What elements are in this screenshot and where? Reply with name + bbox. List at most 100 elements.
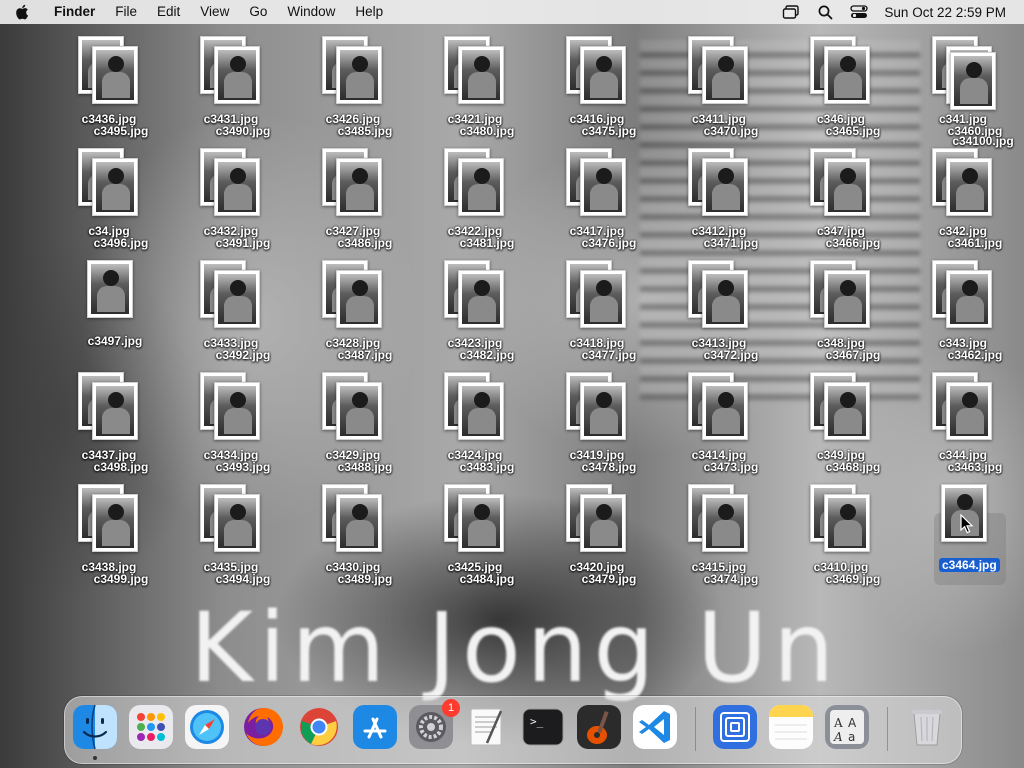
trash-icon[interactable] [905, 705, 949, 749]
jpg-file-thumbnail-icon[interactable] [950, 52, 996, 110]
jpg-file-thumbnail-icon[interactable] [702, 46, 748, 104]
desktop-file-icon-group[interactable]: c3418.jpg c3477.jpg [557, 258, 639, 362]
font-book-icon[interactable]: AAAa [825, 705, 869, 749]
jpg-file-thumbnail-icon[interactable] [824, 494, 870, 552]
jpg-file-thumbnail-icon[interactable] [214, 46, 260, 104]
jpg-file-thumbnail-icon[interactable] [580, 46, 626, 104]
window-screen-mirroring-icon[interactable] [774, 5, 808, 19]
desktop-file-label[interactable]: c3466.jpg [805, 236, 901, 250]
desktop-file-icon-group[interactable]: c3432.jpg c3491.jpg [191, 146, 273, 250]
desktop-file-label[interactable]: c3483.jpg [439, 460, 535, 474]
terminal-icon[interactable]: >_ [521, 705, 565, 749]
desktop-file-label[interactable]: c3471.jpg [683, 236, 779, 250]
app-store-icon[interactable] [353, 705, 397, 749]
desktop-file-icon-group[interactable]: c346.jpg c3465.jpg [801, 34, 883, 138]
jpg-file-thumbnail-icon[interactable] [702, 158, 748, 216]
desktop-file-label[interactable]: c3475.jpg [561, 124, 657, 138]
desktop-file-label[interactable]: c3469.jpg [805, 572, 901, 586]
desktop-file-label[interactable]: c3494.jpg [195, 572, 291, 586]
jpg-file-thumbnail-icon[interactable] [702, 382, 748, 440]
finder-icon[interactable] [73, 705, 117, 749]
jpg-file-thumbnail-icon[interactable] [580, 270, 626, 328]
jpg-file-thumbnail-icon[interactable] [87, 260, 133, 318]
desktop-file-icon-group[interactable]: c3437.jpg c3498.jpg [69, 370, 151, 474]
desktop-file-icon-group[interactable]: c3421.jpg c3480.jpg [435, 34, 517, 138]
jpg-file-thumbnail-icon[interactable] [92, 494, 138, 552]
desktop-file-label[interactable]: c3495.jpg [73, 124, 169, 138]
desktop-file-icon-group[interactable]: c3497.jpg [69, 258, 151, 358]
desktop-file-icon-group[interactable]: c3433.jpg c3492.jpg [191, 258, 273, 362]
desktop-file-icon-group[interactable]: c3436.jpg c3495.jpg [69, 34, 151, 138]
desktop-file-label[interactable]: c3465.jpg [805, 124, 901, 138]
desktop-file-label[interactable]: c3482.jpg [439, 348, 535, 362]
jpg-file-thumbnail-icon[interactable] [336, 46, 382, 104]
menu-help[interactable]: Help [345, 0, 393, 24]
desktop-file-icon-group[interactable]: c3410.jpg c3469.jpg [801, 482, 883, 586]
jpg-file-thumbnail-icon[interactable] [92, 158, 138, 216]
desktop-file-label[interactable]: c3487.jpg [317, 348, 413, 362]
jpg-file-thumbnail-icon[interactable] [458, 270, 504, 328]
desktop-file-label[interactable]: c3481.jpg [439, 236, 535, 250]
launchpad-icon[interactable] [129, 705, 173, 749]
menu-view[interactable]: View [190, 0, 239, 24]
desktop-file-label[interactable]: c3485.jpg [317, 124, 413, 138]
desktop-file-icon-group[interactable]: c3416.jpg c3475.jpg [557, 34, 639, 138]
jpg-file-thumbnail-icon[interactable] [458, 46, 504, 104]
jpg-file-thumbnail-icon[interactable] [336, 382, 382, 440]
desktop-file-label[interactable]: c3464.jpg [939, 558, 1000, 572]
desktop-file-icon-group[interactable]: c3412.jpg c3471.jpg [679, 146, 761, 250]
textedit-icon[interactable] [465, 705, 509, 749]
desktop-file-icon-group[interactable]: c3426.jpg c3485.jpg [313, 34, 395, 138]
desktop-file-icon-group[interactable]: c3428.jpg c3487.jpg [313, 258, 395, 362]
software-update-icon[interactable] [713, 705, 757, 749]
jpg-file-thumbnail-icon[interactable] [824, 158, 870, 216]
desktop-file-icon-group[interactable]: c3417.jpg c3476.jpg [557, 146, 639, 250]
jpg-file-thumbnail-icon[interactable] [214, 270, 260, 328]
desktop-file-icon-group[interactable]: c3422.jpg c3481.jpg [435, 146, 517, 250]
desktop-file-icon-group[interactable]: c3413.jpg c3472.jpg [679, 258, 761, 362]
desktop-file-icon-group[interactable]: c3414.jpg c3473.jpg [679, 370, 761, 474]
jpg-file-thumbnail-icon[interactable] [824, 382, 870, 440]
desktop-file-icon-group[interactable]: c343.jpg c3462.jpg [923, 258, 1005, 362]
desktop-file-label[interactable]: c3473.jpg [683, 460, 779, 474]
desktop-file-label[interactable]: c3470.jpg [683, 124, 779, 138]
jpg-file-thumbnail-icon[interactable] [458, 382, 504, 440]
jpg-file-thumbnail-icon[interactable] [214, 158, 260, 216]
menu-bar-clock[interactable]: Sun Oct 22 2:59 PM [876, 5, 1024, 20]
firefox-icon[interactable] [241, 705, 285, 749]
garageband-icon[interactable] [577, 705, 621, 749]
jpg-file-thumbnail-icon[interactable] [214, 382, 260, 440]
desktop-file-label[interactable]: c3472.jpg [683, 348, 779, 362]
desktop-file-icon-group[interactable]: c34.jpg c3496.jpg [69, 146, 151, 250]
jpg-file-thumbnail-icon[interactable] [824, 46, 870, 104]
desktop-file-icon-group[interactable]: c347.jpg c3466.jpg [801, 146, 883, 250]
desktop-file-icon-group[interactable]: c349.jpg c3468.jpg [801, 370, 883, 474]
safari-icon[interactable] [185, 705, 229, 749]
desktop-file-icon-group[interactable]: c3438.jpg c3499.jpg [69, 482, 151, 586]
jpg-file-thumbnail-icon[interactable] [214, 494, 260, 552]
menu-edit[interactable]: Edit [147, 0, 190, 24]
desktop-file-icon-group[interactable]: c3425.jpg c3484.jpg [435, 482, 517, 586]
vscode-icon[interactable] [633, 705, 677, 749]
jpg-file-thumbnail-icon[interactable] [336, 494, 382, 552]
desktop-file-label[interactable]: c3496.jpg [73, 236, 169, 250]
desktop-file-label[interactable]: c3491.jpg [195, 236, 291, 250]
jpg-file-thumbnail-icon[interactable] [702, 494, 748, 552]
jpg-file-thumbnail-icon[interactable] [458, 158, 504, 216]
desktop-file-label[interactable]: c3492.jpg [195, 348, 291, 362]
jpg-file-thumbnail-icon[interactable] [824, 270, 870, 328]
desktop-file-label[interactable]: c3476.jpg [561, 236, 657, 250]
desktop-file-icon-group[interactable]: c3424.jpg c3483.jpg [435, 370, 517, 474]
jpg-file-thumbnail-icon[interactable] [580, 158, 626, 216]
jpg-file-thumbnail-icon[interactable] [580, 494, 626, 552]
desktop-file-label[interactable]: c3474.jpg [683, 572, 779, 586]
desktop-file-icon-group[interactable]: c342.jpg c3461.jpg [923, 146, 1005, 250]
desktop-file-icon-group[interactable]: c3430.jpg c3489.jpg [313, 482, 395, 586]
desktop-file-icon-group[interactable]: c3427.jpg c3486.jpg [313, 146, 395, 250]
desktop-file-label[interactable]: c3467.jpg [805, 348, 901, 362]
desktop-file-label[interactable]: c3493.jpg [195, 460, 291, 474]
desktop-file-label[interactable]: c3477.jpg [561, 348, 657, 362]
desktop-file-icon-group[interactable]: c3419.jpg c3478.jpg [557, 370, 639, 474]
desktop-file-icon-group[interactable]: c348.jpg c3467.jpg [801, 258, 883, 362]
jpg-file-thumbnail-icon[interactable] [336, 158, 382, 216]
